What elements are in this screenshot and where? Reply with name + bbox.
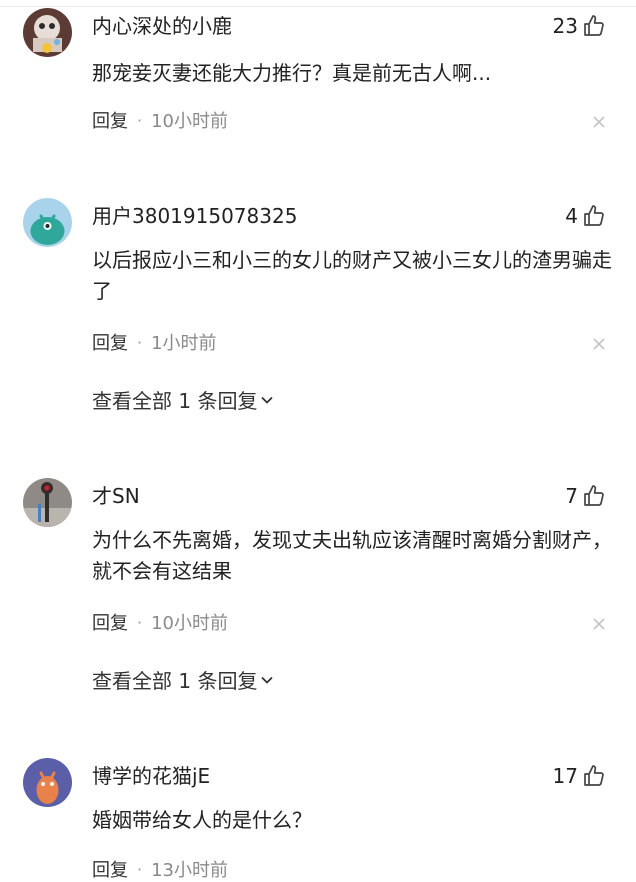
separator-dot: · <box>137 612 143 632</box>
comment-item: 博学的花猫jE 17 婚姻带给女人的是什么？ 回复 · 13小时前 <box>0 758 636 881</box>
view-all-replies-label: 查看全部 1 条回复 <box>92 389 258 413</box>
avatar[interactable] <box>23 198 72 247</box>
comment-meta: 回复 · 1小时前 <box>92 329 217 355</box>
view-all-replies-label: 查看全部 1 条回复 <box>92 669 258 693</box>
comment-item: 内心深处的小鹿 23 那宠妾灭妻还能大力推行？真是前无古人啊... 回复 · 1… <box>0 8 636 158</box>
timestamp: 13小时前 <box>151 860 228 881</box>
like-count: 4 <box>565 204 578 228</box>
avatar[interactable] <box>23 8 72 57</box>
like-count: 23 <box>552 14 578 38</box>
timestamp: 10小时前 <box>151 613 228 634</box>
comment-text: 那宠妾灭妻还能大力推行？真是前无古人啊... <box>92 61 492 85</box>
reply-button[interactable]: 回复 <box>92 329 128 355</box>
comment-item: 才SN 7 为什么不先离婚，发现丈夫出轨应该清醒时离婚分割财产，就不会有这结果 … <box>0 478 636 708</box>
chevron-down-icon <box>261 676 274 684</box>
like-button[interactable]: 4 <box>565 202 606 230</box>
chevron-down-icon <box>261 396 274 404</box>
thumbs-up-icon <box>584 765 604 786</box>
like-count: 7 <box>565 484 578 508</box>
comment-text: 为什么不先离婚，发现丈夫出轨应该清醒时离婚分割财产，就不会有这结果 <box>92 528 612 583</box>
separator-dot: · <box>137 332 143 352</box>
like-button[interactable]: 17 <box>553 762 606 790</box>
username[interactable]: 内心深处的小鹿 <box>92 14 232 38</box>
reply-button[interactable]: 回复 <box>92 856 128 882</box>
timestamp: 10小时前 <box>151 111 228 132</box>
avatar-image <box>23 478 72 527</box>
like-button[interactable]: 7 <box>565 482 606 510</box>
like-button[interactable]: 23 <box>553 12 606 40</box>
username[interactable]: 才SN <box>92 484 140 508</box>
avatar-image <box>23 198 72 247</box>
comment-text: 婚姻带给女人的是什么？ <box>92 808 312 832</box>
close-icon[interactable] <box>592 337 606 351</box>
like-count: 17 <box>552 764 578 788</box>
close-icon[interactable] <box>592 617 606 631</box>
close-icon[interactable] <box>592 115 606 129</box>
comment-text: 以后报应小三和小三的女儿的财产又被小三女儿的渣男骗走了 <box>92 248 612 303</box>
separator-dot: · <box>137 110 143 130</box>
username[interactable]: 用户3801915078325 <box>92 204 297 228</box>
avatar[interactable] <box>23 758 72 807</box>
top-divider <box>0 0 636 7</box>
view-all-replies-button[interactable]: 查看全部 1 条回复 <box>92 385 274 414</box>
reply-button[interactable]: 回复 <box>92 107 128 133</box>
comment-meta: 回复 · 13小时前 <box>92 856 228 882</box>
username[interactable]: 博学的花猫jE <box>92 764 210 788</box>
comment-meta: 回复 · 10小时前 <box>92 107 228 133</box>
thumbs-up-icon <box>584 205 604 226</box>
avatar[interactable] <box>23 478 72 527</box>
comment-meta: 回复 · 10小时前 <box>92 609 228 635</box>
thumbs-up-icon <box>584 485 604 506</box>
avatar-image <box>23 8 72 57</box>
avatar-image <box>23 758 72 807</box>
view-all-replies-button[interactable]: 查看全部 1 条回复 <box>92 665 274 694</box>
comment-item: 用户3801915078325 4 以后报应小三和小三的女儿的财产又被小三女儿的… <box>0 198 636 428</box>
separator-dot: · <box>137 859 143 879</box>
thumbs-up-icon <box>584 15 604 36</box>
reply-button[interactable]: 回复 <box>92 609 128 635</box>
timestamp: 1小时前 <box>151 333 217 354</box>
